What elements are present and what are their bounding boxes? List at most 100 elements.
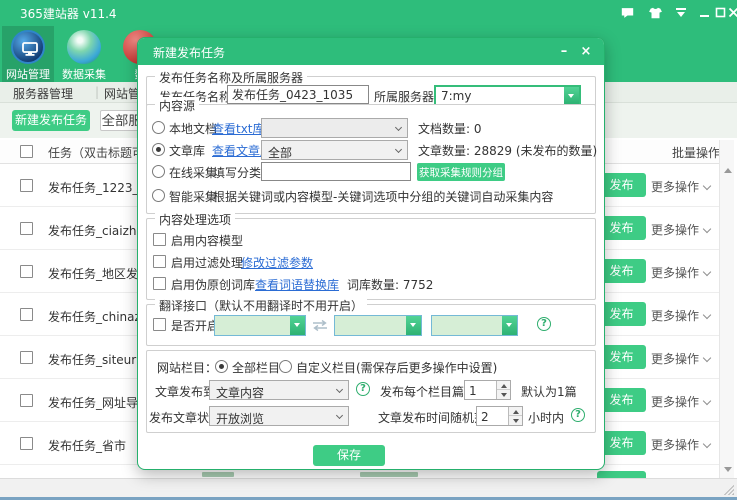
local-doc-radio[interactable]: [152, 121, 165, 134]
translate-to-select[interactable]: [431, 315, 518, 336]
view-txt-lib-link[interactable]: 查看txt库: [212, 120, 265, 137]
more-actions-button[interactable]: 更多操作: [651, 264, 710, 281]
chevron-down-icon: [703, 440, 711, 448]
translate-enable-checkbox[interactable]: [153, 318, 166, 331]
chevron-down-icon: [336, 386, 343, 393]
translate-from-select[interactable]: [214, 315, 306, 336]
online-collect-radio[interactable]: [152, 165, 165, 178]
row-checkbox[interactable]: [20, 308, 33, 321]
toolbar-item-site-management[interactable]: 网站管理: [2, 26, 54, 82]
server-select[interactable]: 7:my: [434, 85, 581, 106]
site-management-icon: [11, 30, 45, 64]
row-checkbox[interactable]: [20, 351, 33, 364]
close-button[interactable]: [726, 6, 737, 19]
scroll-up-icon[interactable]: [724, 168, 732, 173]
row-checkbox[interactable]: [20, 222, 33, 235]
dialog-minimize-button[interactable]: –: [556, 44, 572, 59]
modify-filter-link[interactable]: 修改过滤参数: [241, 254, 313, 271]
maximize-button[interactable]: [713, 6, 727, 19]
get-collect-rules-button[interactable]: 获取采集规则分组: [417, 163, 505, 181]
tab-separator: |: [95, 85, 99, 99]
skin-icon[interactable]: [648, 6, 662, 19]
task-name-input[interactable]: [227, 85, 369, 104]
help-icon[interactable]: [537, 317, 551, 331]
dialog-close-button[interactable]: ×: [578, 44, 594, 59]
per-column-spinner[interactable]: 1: [464, 380, 511, 400]
time-range-suffix: 小时内: [528, 409, 564, 426]
publish-button[interactable]: [597, 471, 646, 478]
spin-down-icon[interactable]: [497, 390, 510, 399]
view-thesaurus-link[interactable]: 查看词语替换库: [255, 276, 339, 293]
status-bar: [0, 478, 737, 497]
content-source-section: 内容源 本地文档 查看txt库 文档数量: 0 文章库 查看文章库 全部 文章数…: [146, 104, 596, 214]
per-column-suffix: 默认为1篇: [521, 383, 577, 400]
new-publish-task-button[interactable]: 新建发布任务: [12, 110, 90, 131]
chevron-down-icon: [703, 182, 711, 190]
all-columns-radio[interactable]: [215, 360, 228, 373]
status-select-value: 开放浏览: [216, 410, 264, 427]
filter-checkbox[interactable]: [153, 255, 166, 268]
chevron-down-icon[interactable]: [502, 316, 517, 335]
publish-settings-section: 网站栏目： 全部栏目 自定义栏目(需保存后更多操作中设置) 文章发布到 文章内容…: [146, 350, 596, 433]
pseudo-original-label: 启用伪原创词库: [171, 276, 255, 293]
row-checkbox[interactable]: [20, 437, 33, 450]
section-label: 内容处理选项: [155, 211, 235, 228]
row-checkbox[interactable]: [20, 179, 33, 192]
help-icon[interactable]: [571, 408, 585, 422]
tab-server-management[interactable]: 服务器管理: [13, 85, 73, 102]
more-actions-button[interactable]: 更多操作: [651, 178, 710, 195]
minimize-button[interactable]: [697, 6, 711, 19]
more-actions-button[interactable]: 更多操作: [651, 221, 710, 238]
app-title: 365建站器 v11.4: [20, 5, 117, 22]
feedback-icon[interactable]: [620, 6, 634, 19]
more-actions-button[interactable]: 更多操作: [651, 393, 710, 410]
spin-down-icon[interactable]: [509, 416, 522, 425]
spin-up-icon[interactable]: [497, 381, 510, 390]
publish-to-select-value: 文章内容: [216, 384, 264, 401]
chevron-down-icon[interactable]: [290, 316, 305, 335]
per-column-label: 发布每个栏目篇数: [380, 383, 476, 400]
smart-collect-radio[interactable]: [152, 189, 165, 202]
chevron-down-icon: [703, 397, 711, 405]
chevron-down-icon[interactable]: [564, 87, 579, 104]
status-select[interactable]: 开放浏览: [209, 406, 349, 426]
swap-arrows-icon: [311, 319, 329, 335]
dropdown-arrow-icon[interactable]: [674, 6, 688, 19]
more-actions-button[interactable]: 更多操作: [651, 436, 710, 453]
site-columns-label: 网站栏目：: [157, 359, 217, 376]
data-collect-icon: [67, 30, 101, 64]
more-actions-button[interactable]: 更多操作: [651, 350, 710, 367]
spin-up-icon[interactable]: [509, 407, 522, 416]
scroll-down-icon[interactable]: [724, 467, 732, 472]
time-range-spinner[interactable]: 2: [476, 406, 523, 426]
custom-columns-radio[interactable]: [279, 360, 292, 373]
row-checkbox[interactable]: [20, 265, 33, 278]
chevron-down-icon: [395, 124, 402, 131]
task-name: 发布任务_省市: [48, 437, 126, 454]
chevron-down-icon: [703, 268, 711, 276]
vertical-scrollbar[interactable]: [719, 140, 734, 478]
content-model-checkbox[interactable]: [153, 233, 166, 246]
chevron-down-icon[interactable]: [406, 316, 421, 335]
category-field-label: 填写分类: [213, 164, 261, 181]
txt-lib-select[interactable]: [261, 118, 408, 138]
local-doc-label: 本地文档: [169, 120, 217, 137]
pseudo-original-checkbox[interactable]: [153, 277, 166, 290]
category-input[interactable]: [261, 162, 411, 181]
task-name: 发布任务_ciaizhan: [48, 222, 151, 239]
article-lib-radio[interactable]: [152, 143, 165, 156]
toolbar-item-label: 数据采集: [58, 66, 110, 82]
publish-to-label: 文章发布到: [155, 383, 215, 400]
publish-to-select[interactable]: 文章内容: [209, 380, 349, 400]
thesaurus-count: 词库数量: 7752: [347, 276, 433, 293]
more-actions-button[interactable]: 更多操作: [651, 307, 710, 324]
article-lib-select[interactable]: 全部: [261, 140, 408, 160]
save-button[interactable]: 保存: [313, 445, 385, 466]
toolbar-item-data-collect[interactable]: 数据采集: [58, 26, 110, 82]
translate-mid-select[interactable]: [334, 315, 422, 336]
select-all-checkbox[interactable]: [20, 145, 33, 158]
help-icon[interactable]: [356, 382, 370, 396]
resize-grip[interactable]: [724, 485, 734, 495]
translate-enable-label: 是否开启: [171, 317, 219, 334]
row-checkbox[interactable]: [20, 394, 33, 407]
